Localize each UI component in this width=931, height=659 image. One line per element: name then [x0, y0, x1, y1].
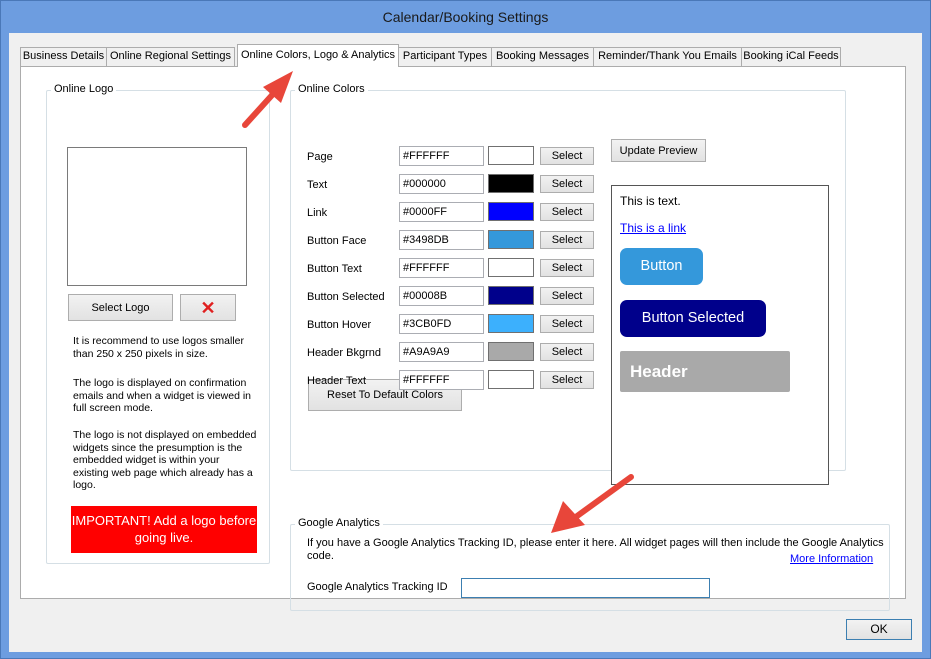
tab-booking-messages[interactable]: Booking Messages: [491, 47, 594, 66]
color-swatch-button-selected: [488, 286, 534, 305]
color-hex-input-link[interactable]: [399, 202, 484, 222]
tracking-id-label: Google Analytics Tracking ID: [307, 581, 448, 593]
important-warning: IMPORTANT! Add a logo before going live.: [71, 506, 257, 553]
logo-size-note: It is recommend to use logos smaller tha…: [73, 335, 244, 360]
color-label-page: Page: [307, 151, 333, 163]
preview-link[interactable]: This is a link: [620, 221, 686, 235]
color-label-header-bkgrnd: Header Bkgrnd: [307, 347, 381, 359]
color-hex-input-button-text[interactable]: [399, 258, 484, 278]
settings-window: Calendar/Booking Settings Business Detai…: [0, 0, 931, 659]
color-hex-input-text[interactable]: [399, 174, 484, 194]
more-information-link[interactable]: More Information: [790, 553, 873, 565]
color-select-button-header-text[interactable]: Select: [540, 371, 594, 389]
preview-header: Header: [620, 351, 790, 392]
color-hex-input-header-bkgrnd[interactable]: [399, 342, 484, 362]
tab-booking-ical-feeds[interactable]: Booking iCal Feeds: [741, 47, 841, 66]
style-preview-panel: This is text. This is a link Button Butt…: [611, 185, 829, 485]
color-select-button-link[interactable]: Select: [540, 203, 594, 221]
online-logo-legend: Online Logo: [51, 83, 117, 95]
dialog-client: Business Details Online Regional Setting…: [9, 33, 922, 652]
color-swatch-link: [488, 202, 534, 221]
color-hex-input-page[interactable]: [399, 146, 484, 166]
color-hex-input-button-selected[interactable]: [399, 286, 484, 306]
color-hex-input-header-text[interactable]: [399, 370, 484, 390]
color-select-button-button-text[interactable]: Select: [540, 259, 594, 277]
color-swatch-header-text: [488, 370, 534, 389]
preview-button-selected[interactable]: Button Selected: [620, 300, 766, 337]
color-select-button-header-bkgrnd[interactable]: Select: [540, 343, 594, 361]
window-title: Calendar/Booking Settings: [382, 9, 549, 25]
preview-text: This is text.: [620, 194, 681, 208]
color-select-button-button-selected[interactable]: Select: [540, 287, 594, 305]
tab-reminder-thank-you-emails[interactable]: Reminder/Thank You Emails: [593, 47, 742, 66]
color-swatch-button-hover: [488, 314, 534, 333]
color-swatch-page: [488, 146, 534, 165]
color-label-text: Text: [307, 179, 328, 191]
google-analytics-legend: Google Analytics: [295, 517, 383, 529]
online-colors-legend: Online Colors: [295, 83, 368, 95]
tab-page: Online Logo Select Logo ✕ It is recommen…: [20, 66, 906, 611]
color-label-button-text: Button Text: [307, 263, 362, 275]
color-label-button-hover: Button Hover: [307, 319, 372, 331]
color-hex-input-button-hover[interactable]: [399, 314, 484, 334]
color-select-button-button-hover[interactable]: Select: [540, 315, 594, 333]
tab-online-regional-settings[interactable]: Online Regional Settings: [106, 47, 235, 66]
color-label-button-selected: Button Selected: [307, 291, 385, 303]
logo-display-note: The logo is displayed on confirmation em…: [73, 377, 252, 414]
select-logo-button[interactable]: Select Logo: [68, 294, 173, 321]
update-preview-button[interactable]: Update Preview: [611, 139, 706, 162]
color-swatch-button-text: [488, 258, 534, 277]
tab-participant-types[interactable]: Participant Types: [398, 47, 492, 66]
tracking-id-input[interactable]: [461, 578, 710, 598]
logo-embedded-note: The logo is not displayed on embedded wi…: [73, 429, 257, 491]
delete-logo-button[interactable]: ✕: [180, 294, 236, 321]
color-select-button-page[interactable]: Select: [540, 147, 594, 165]
color-select-button-text[interactable]: Select: [540, 175, 594, 193]
color-swatch-button-face: [488, 230, 534, 249]
color-select-button-button-face[interactable]: Select: [540, 231, 594, 249]
preview-button[interactable]: Button: [620, 248, 703, 285]
tab-business-details[interactable]: Business Details: [20, 47, 107, 66]
color-swatch-header-bkgrnd: [488, 342, 534, 361]
color-label-header-text: Header Text: [307, 375, 367, 387]
color-label-link: Link: [307, 207, 328, 219]
ok-button[interactable]: OK: [846, 619, 912, 640]
color-swatch-text: [488, 174, 534, 193]
color-label-button-face: Button Face: [307, 235, 367, 247]
color-hex-input-button-face[interactable]: [399, 230, 484, 250]
logo-preview-box: [67, 147, 247, 286]
tab-online-colors-logo-analytics[interactable]: Online Colors, Logo & Analytics: [237, 44, 399, 67]
close-icon: ✕: [200, 297, 216, 318]
